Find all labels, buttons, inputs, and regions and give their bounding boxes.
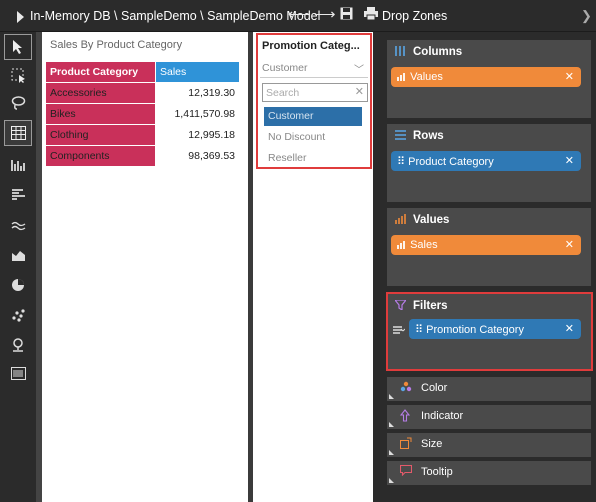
scatter-icon[interactable] [4, 302, 32, 328]
report-title: Sales By Product Category [50, 39, 183, 51]
sales-chip[interactable]: Sales ✕ [391, 235, 581, 255]
bar-chart-icon[interactable] [4, 152, 32, 178]
filter-option-customer[interactable]: Customer [264, 107, 362, 126]
values-chip[interactable]: Values ✕ [391, 67, 581, 87]
row-header[interactable]: Accessories [45, 82, 156, 104]
indicator-zone[interactable]: Indicator [387, 405, 591, 429]
back-arrow-icon[interactable]: ⟵ [288, 7, 310, 23]
select-area-icon[interactable] [4, 62, 32, 88]
top-bar: In-Memory DB \ SampleDemo \ SampleDemo M… [0, 0, 596, 32]
rows-icon [395, 130, 406, 143]
product-category-chip-label: Product Category [408, 156, 494, 168]
size-icon [400, 437, 412, 452]
breadcrumb[interactable]: In-Memory DB \ SampleDemo \ SampleDemo M… [30, 9, 320, 23]
tooltip-label: Tooltip [421, 466, 453, 478]
columns-zone[interactable]: Columns Values ✕ [387, 40, 591, 118]
row-header[interactable]: Clothing [45, 124, 156, 146]
area-chart-icon[interactable] [4, 242, 32, 268]
values-label: Values [413, 214, 450, 226]
filter-option-reseller[interactable]: Reseller [264, 149, 362, 168]
bar-chart-icon [397, 241, 405, 249]
columns-label: Columns [413, 46, 463, 58]
remove-icon[interactable]: ✕ [565, 70, 574, 83]
values-icon [395, 214, 406, 227]
clear-icon[interactable]: ✕ [355, 85, 364, 98]
horizontal-bar-icon[interactable] [4, 182, 32, 208]
report-canvas[interactable]: Sales By Product Category Product Catego… [42, 32, 248, 502]
table-icon[interactable] [4, 120, 32, 146]
remove-icon[interactable]: ✕ [565, 154, 574, 167]
print-icon[interactable] [364, 7, 378, 24]
search-placeholder: Search [266, 87, 300, 99]
play-icon[interactable] [17, 11, 24, 23]
rows-zone[interactable]: Rows ⠿ Product Category ✕ [387, 124, 591, 202]
tooltip-zone[interactable]: Tooltip [387, 461, 591, 485]
column-header-sales[interactable]: Sales [155, 61, 240, 83]
forward-arrow-icon[interactable]: ⟶ [314, 7, 336, 23]
filter-dropdown[interactable]: Customer ﹀ [260, 58, 368, 78]
table-row: Clothing 12,995.18 [45, 124, 240, 146]
pie-chart-icon[interactable] [4, 272, 32, 298]
table-row: Bikes 1,411,570.98 [45, 103, 240, 125]
drop-zones-panel: Columns Values ✕ Rows ⠿ Product Category… [381, 32, 596, 502]
row-header[interactable]: Bikes [45, 103, 156, 125]
expand-icon[interactable] [389, 394, 394, 399]
drag-handle-icon[interactable]: ⠿ [397, 156, 405, 168]
table-row: Components 98,369.53 [45, 145, 240, 167]
color-icon [400, 381, 412, 396]
filter-pane: Promotion Categ... Customer ﹀ Search ✕ C… [253, 32, 373, 502]
pointer-icon[interactable] [4, 34, 32, 60]
line-chart-icon[interactable] [4, 212, 32, 238]
visual-toolbar [0, 32, 36, 502]
size-zone[interactable]: Size [387, 433, 591, 457]
values-chip-label: Values [410, 71, 443, 83]
table-cell[interactable]: 12,319.30 [155, 82, 240, 104]
save-icon[interactable] [340, 7, 353, 24]
rows-label: Rows [413, 130, 444, 142]
values-zone[interactable]: Values Sales ✕ [387, 208, 591, 286]
column-header-product-category[interactable]: Product Category [45, 61, 156, 83]
expand-icon[interactable] [389, 478, 394, 483]
bar-chart-icon [397, 73, 405, 81]
product-category-chip[interactable]: ⠿ Product Category ✕ [391, 151, 581, 171]
filter-title: Promotion Categ... [262, 40, 360, 52]
expand-icon[interactable] [389, 422, 394, 427]
expand-icon[interactable] [389, 450, 394, 455]
filter-option-no-discount[interactable]: No Discount [264, 128, 362, 147]
chevron-right-icon[interactable]: ❯ [581, 8, 592, 24]
remove-icon[interactable]: ✕ [565, 238, 574, 251]
indicator-label: Indicator [421, 410, 464, 422]
tooltip-icon [399, 464, 413, 479]
chevron-down-icon[interactable]: ﹀ [354, 61, 364, 76]
lasso-icon[interactable] [4, 90, 32, 116]
drop-zones-label[interactable]: Drop Zones [382, 9, 447, 23]
color-zone[interactable]: Color [387, 377, 591, 401]
table-row: Accessories 12,319.30 [45, 82, 240, 104]
table-cell[interactable]: 1,411,570.98 [155, 103, 240, 125]
table-cell[interactable]: 98,369.53 [155, 145, 240, 167]
filter-selected-value: Customer [262, 62, 308, 74]
columns-icon [395, 46, 406, 59]
filter-search-input[interactable]: Search ✕ [262, 83, 368, 102]
barcode-icon[interactable] [4, 360, 32, 386]
indicator-arrow-icon [399, 409, 411, 425]
pivot-table[interactable]: Product Category Sales Accessories 12,31… [45, 61, 240, 167]
row-header[interactable]: Components [45, 145, 156, 167]
table-cell[interactable]: 12,995.18 [155, 124, 240, 146]
size-label: Size [421, 438, 443, 450]
panel-separator [373, 32, 381, 502]
map-pin-icon[interactable] [4, 332, 32, 358]
filter-highlight: Promotion Categ... Customer ﹀ Search ✕ C… [256, 33, 372, 169]
filters-highlight [386, 292, 593, 371]
sales-chip-label: Sales [410, 239, 438, 251]
color-label: Color [421, 382, 448, 394]
